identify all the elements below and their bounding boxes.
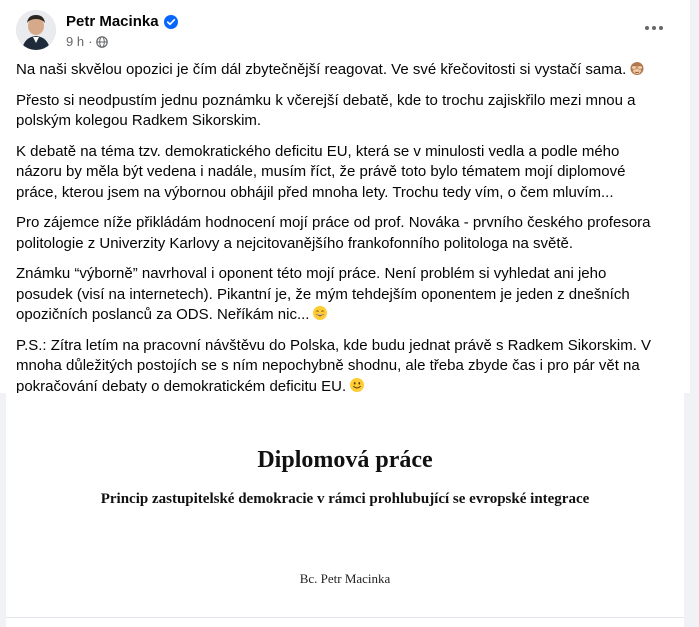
paragraph-text: Pro zájemce níže přikládám hodnocení moj… bbox=[16, 214, 651, 252]
author-name[interactable]: Petr Macinka bbox=[66, 13, 159, 30]
post-meta: 9 h · bbox=[66, 34, 109, 49]
paragraph-text: Na naši skvělou opozici je čím dál zbyte… bbox=[16, 61, 627, 78]
post-paragraph: Na naši skvělou opozici je čím dál zbyte… bbox=[16, 60, 666, 81]
meta-separator: · bbox=[88, 34, 93, 49]
author-name-row: Petr Macinka bbox=[66, 13, 178, 30]
document-divider bbox=[6, 617, 684, 618]
post-paragraph: K debatě na téma tzv. demokratického def… bbox=[16, 142, 666, 204]
post-paragraph: P.S.: Zítra letím na pracovní návštěvu d… bbox=[16, 336, 666, 398]
post-paragraph: Známku “výborně” navrhoval i oponent tét… bbox=[16, 264, 666, 326]
post-paragraph: Přesto si neodpustím jednu poznámku k vč… bbox=[16, 91, 666, 132]
feed-background bbox=[690, 0, 699, 627]
document-title: Diplomová práce bbox=[257, 447, 433, 473]
grinning-face-emoji bbox=[312, 305, 328, 321]
post-attachment-image[interactable]: Diplomová práce Princip zastupitelské de… bbox=[0, 393, 690, 627]
facebook-post: Petr Macinka 9 h · Na naši skvělou opozi… bbox=[0, 0, 690, 627]
post-body: Na naši skvělou opozici je čím dál zbyte… bbox=[16, 60, 666, 407]
author-avatar[interactable] bbox=[16, 10, 56, 50]
post-header: Petr Macinka 9 h · bbox=[16, 10, 682, 54]
see-no-evil-monkey-emoji bbox=[629, 60, 645, 76]
more-options-icon[interactable] bbox=[640, 14, 668, 42]
document-subtitle: Princip zastupitelské demokracie v rámci… bbox=[100, 491, 590, 507]
document-page: Diplomová práce Princip zastupitelské de… bbox=[6, 393, 684, 627]
paragraph-text: Přesto si neodpustím jednu poznámku k vč… bbox=[16, 91, 636, 130]
paragraph-text: P.S.: Zítra letím na pracovní návštěvu d… bbox=[16, 336, 652, 395]
verified-badge-icon bbox=[163, 14, 178, 29]
globe-icon[interactable] bbox=[96, 35, 109, 48]
post-paragraph: Pro zájemce níže přikládám hodnocení moj… bbox=[16, 213, 666, 254]
smiling-face-emoji bbox=[349, 377, 365, 393]
paragraph-text: K debatě na téma tzv. demokratického def… bbox=[16, 142, 626, 201]
post-timestamp[interactable]: 9 h bbox=[66, 34, 84, 49]
document-author: Bc. Petr Macinka bbox=[299, 571, 391, 586]
